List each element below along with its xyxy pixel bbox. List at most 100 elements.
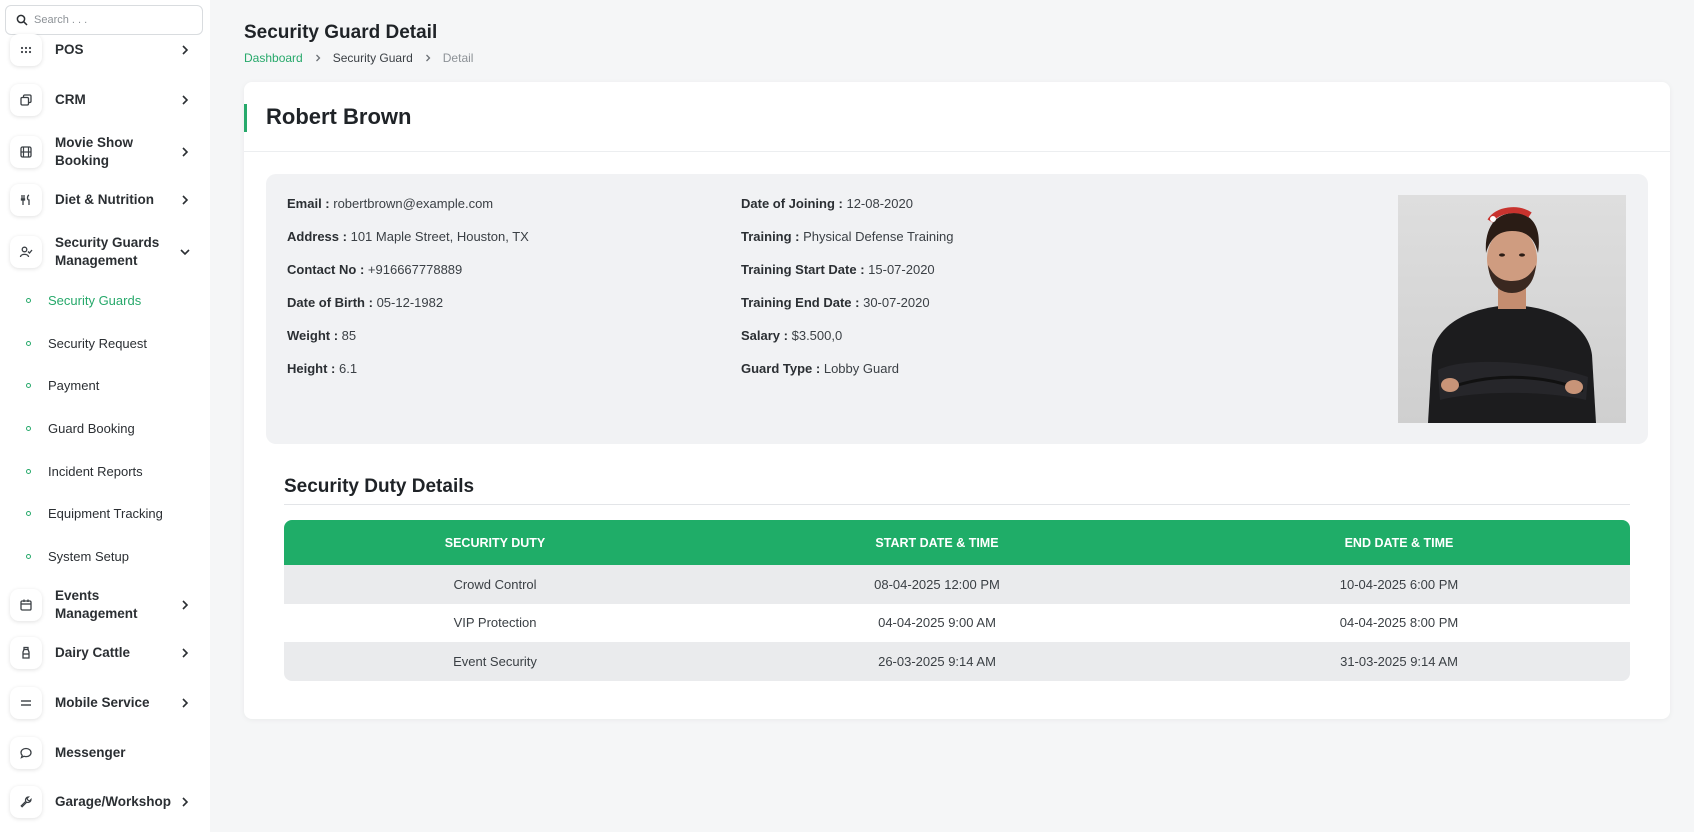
info-training-end: Training End Date : 30-07-2020 bbox=[741, 295, 930, 310]
chevron-right-icon bbox=[182, 45, 189, 55]
sidebar-item-label: CRM bbox=[55, 92, 86, 107]
sidebar-subitem-incident-reports[interactable]: Incident Reports bbox=[26, 464, 143, 479]
bullet-icon bbox=[26, 469, 31, 474]
chevron-right-icon bbox=[182, 147, 189, 157]
table-cell: Event Security bbox=[453, 653, 537, 669]
breadcrumb-security-guard-link[interactable]: Security Guard bbox=[333, 51, 413, 65]
info-training-start: Training Start Date : 15-07-2020 bbox=[741, 262, 935, 277]
sidebar-item-label: Mobile Service bbox=[55, 695, 150, 710]
table-cell: 04-04-2025 9:00 AM bbox=[878, 615, 996, 631]
chevron-right-icon bbox=[425, 54, 431, 62]
sidebar-subitem-system-setup[interactable]: System Setup bbox=[26, 549, 129, 564]
user-check-icon bbox=[10, 236, 42, 268]
accent-bar bbox=[244, 104, 247, 132]
search-box[interactable] bbox=[5, 5, 203, 35]
table-cell: 04-04-2025 8:00 PM bbox=[1339, 615, 1459, 631]
sidebar-subitem-guard-booking[interactable]: Guard Booking bbox=[26, 421, 135, 436]
sidebar-item-pos[interactable]: POS bbox=[10, 34, 206, 66]
info-email: Email : robertbrown@example.com bbox=[287, 196, 494, 211]
bullet-icon bbox=[26, 511, 31, 516]
sidebar-item-label: Messenger bbox=[55, 745, 126, 760]
sidebar-item-label: Diet & Nutrition bbox=[55, 192, 154, 207]
utensils-icon bbox=[10, 184, 42, 216]
info-salary: Salary : $3.500,0 bbox=[741, 328, 843, 343]
divider bbox=[284, 504, 1630, 505]
sidebar-item-label: Movie Show Booking bbox=[55, 135, 134, 168]
sidebar-subitem-label: Security Guards bbox=[48, 293, 142, 308]
grid-dots-icon bbox=[10, 34, 42, 66]
column-header-end[interactable]: END DATE & TIME bbox=[1168, 536, 1630, 550]
sidebar-item-events-management[interactable]: Events Management bbox=[10, 587, 206, 623]
sidebar-subitem-equipment-tracking[interactable]: Equipment Tracking bbox=[26, 506, 163, 521]
wrench-icon bbox=[10, 786, 42, 818]
sidebar-item-crm[interactable]: CRM bbox=[10, 84, 206, 116]
table-row: Crowd Control 08-04-2025 12:00 PM 10-04-… bbox=[284, 565, 1630, 604]
chevron-right-icon bbox=[182, 797, 189, 807]
chevron-right-icon bbox=[182, 648, 189, 658]
sidebar-item-label: Dairy Cattle bbox=[55, 645, 131, 660]
sidebar-subitem-security-guards[interactable]: Security Guards bbox=[26, 293, 141, 308]
column-header-start[interactable]: START DATE & TIME bbox=[706, 536, 1168, 550]
sidebar-subitem-label: Security Request bbox=[48, 336, 147, 351]
guard-detail-card: Robert Brown Email : robertbrown@example… bbox=[244, 82, 1670, 719]
table-cell: Crowd Control bbox=[453, 576, 537, 592]
sidebar-item-label: Events Management bbox=[55, 588, 138, 621]
guard-name: Robert Brown bbox=[266, 104, 412, 129]
milk-bottle-icon bbox=[10, 637, 42, 669]
column-header-security-duty[interactable]: SECURITY DUTY bbox=[284, 536, 706, 550]
duty-section-title: Security Duty Details bbox=[284, 476, 475, 497]
table-cell: 10-04-2025 6:00 PM bbox=[1339, 576, 1459, 592]
chevron-right-icon bbox=[315, 54, 321, 62]
info-contact: Contact No : +916667778889 bbox=[287, 262, 463, 277]
table-cell: 31-03-2025 9:14 AM bbox=[1340, 653, 1458, 669]
sidebar-subitem-label: Payment bbox=[48, 378, 100, 393]
info-address: Address : 101 Maple Street, Houston, TX bbox=[287, 229, 529, 244]
sidebar-item-diet-nutrition[interactable]: Diet & Nutrition bbox=[10, 184, 206, 216]
page-title: Security Guard Detail bbox=[244, 22, 438, 43]
guard-photo bbox=[1398, 195, 1626, 423]
chevron-right-icon bbox=[182, 95, 189, 105]
sidebar-item-dairy-cattle[interactable]: Dairy Cattle bbox=[10, 637, 206, 669]
table-header: SECURITY DUTY START DATE & TIME END DATE… bbox=[284, 520, 1630, 565]
chat-bubble-icon bbox=[10, 737, 42, 769]
sidebar-item-security-guards-management[interactable]: Security Guards Management bbox=[10, 234, 206, 270]
sidebar-subitem-label: System Setup bbox=[48, 549, 129, 564]
film-icon bbox=[10, 136, 42, 168]
info-height: Height : 6.1 bbox=[287, 361, 358, 376]
sidebar-subitem-security-request[interactable]: Security Request bbox=[26, 336, 147, 351]
breadcrumb-dashboard-link[interactable]: Dashboard bbox=[244, 51, 303, 65]
bullet-icon bbox=[26, 298, 31, 303]
info-date-of-joining: Date of Joining : 12-08-2020 bbox=[741, 196, 913, 211]
sidebar-item-mobile-service[interactable]: Mobile Service bbox=[10, 687, 206, 719]
chevron-right-icon bbox=[182, 195, 189, 205]
sidebar-item-movie-show-booking[interactable]: Movie Show Booking bbox=[10, 134, 206, 170]
info-training: Training : Physical Defense Training bbox=[741, 229, 954, 244]
sidebar-item-garage-workshop[interactable]: Garage/Workshop bbox=[10, 786, 206, 818]
search-input[interactable] bbox=[34, 14, 194, 26]
table-row: VIP Protection 04-04-2025 9:00 AM 04-04-… bbox=[284, 603, 1630, 642]
sidebar-item-messenger[interactable]: Messenger bbox=[10, 737, 206, 769]
info-guard-type: Guard Type : Lobby Guard bbox=[741, 361, 900, 376]
duty-table: SECURITY DUTY START DATE & TIME END DATE… bbox=[284, 520, 1630, 681]
sidebar-subitem-payment[interactable]: Payment bbox=[26, 378, 99, 393]
breadcrumb: Dashboard Security Guard Detail bbox=[244, 51, 473, 65]
chevron-right-icon bbox=[182, 698, 189, 708]
sidebar-item-label: POS bbox=[55, 42, 84, 57]
bullet-icon bbox=[26, 554, 31, 559]
bullet-icon bbox=[26, 341, 31, 346]
bullet-icon bbox=[26, 383, 31, 388]
table-row: Event Security 26-03-2025 9:14 AM 31-03-… bbox=[284, 642, 1630, 681]
sidebar-subitem-label: Guard Booking bbox=[48, 421, 135, 436]
info-weight: Weight : 85 bbox=[287, 328, 357, 343]
table-cell: 08-04-2025 12:00 PM bbox=[874, 576, 1000, 592]
card-header: Robert Brown bbox=[244, 82, 1670, 152]
info-dob: Date of Birth : 05-12-1982 bbox=[287, 295, 444, 310]
equals-icon bbox=[10, 687, 42, 719]
search-icon bbox=[16, 14, 28, 26]
chevron-right-icon bbox=[182, 600, 189, 610]
sidebar-subitem-label: Equipment Tracking bbox=[48, 506, 163, 521]
table-cell: 26-03-2025 9:14 AM bbox=[878, 653, 996, 669]
breadcrumb-current: Detail bbox=[442, 51, 474, 65]
sidebar: POS CRM Movie Show Booking Diet & Nutrit… bbox=[0, 0, 210, 832]
sidebar-subitem-label: Incident Reports bbox=[48, 464, 143, 479]
